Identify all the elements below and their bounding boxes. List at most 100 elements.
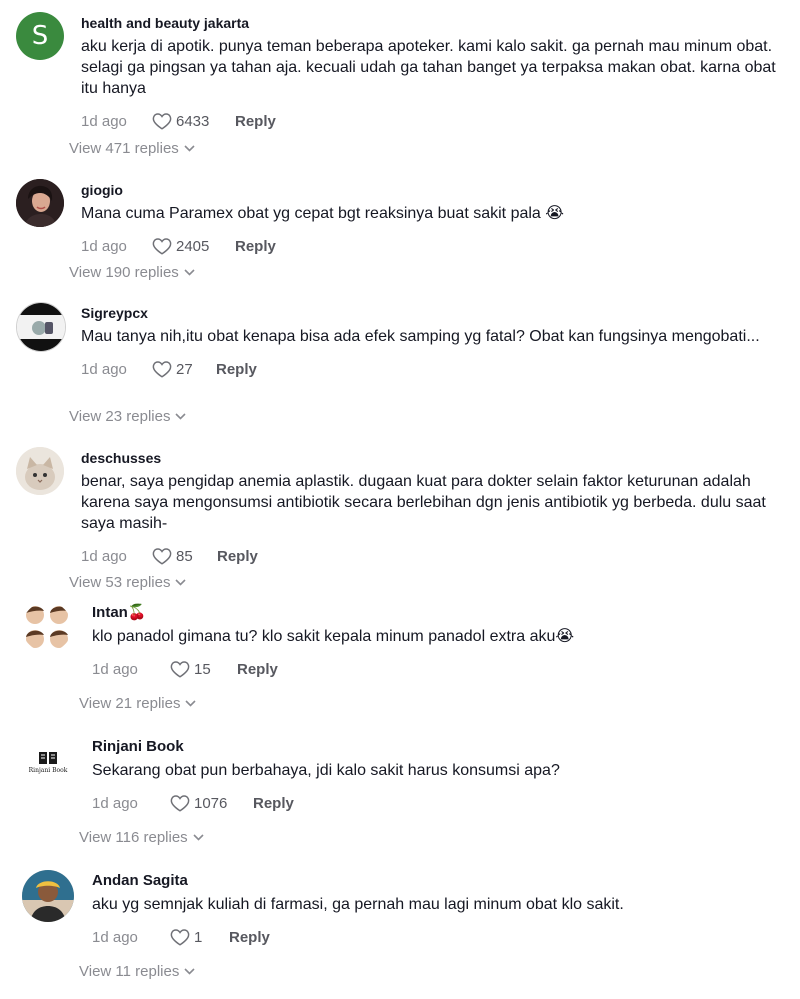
comment-meta: 1d ago 1076 Reply (92, 793, 780, 813)
like-count: 2405 (176, 237, 210, 255)
like-button[interactable]: 2405 (152, 237, 235, 255)
chevron-down-icon (175, 579, 187, 586)
like-count: 1076 (194, 794, 228, 812)
timestamp: 1d ago (92, 660, 138, 678)
timestamp: 1d ago (81, 112, 127, 130)
view-replies-button[interactable]: View 471 replies (69, 140, 195, 157)
like-button[interactable]: 1076 (170, 794, 253, 812)
chevron-down-icon (184, 145, 195, 152)
like-button[interactable]: 27 (152, 360, 216, 378)
view-replies-label: View 471 replies (69, 140, 179, 157)
comment-text: Mau tanya nih,itu obat kenapa bisa ada e… (81, 328, 760, 345)
timestamp: 1d ago (81, 360, 127, 378)
book-logo-icon (38, 752, 57, 764)
avatar-photo (22, 870, 74, 922)
view-replies-button[interactable]: View 53 replies (69, 574, 187, 591)
timestamp: 1d ago (81, 237, 127, 255)
comment-meta: 1d ago 2405 Reply (81, 236, 780, 256)
like-count: 15 (194, 660, 211, 678)
reply-button[interactable]: Reply (237, 661, 278, 678)
heart-icon (152, 113, 172, 130)
timestamp: 1d ago (81, 547, 127, 565)
heart-icon (170, 929, 190, 946)
comment-text: Mana cuma Paramex obat yg cepat bgt reak… (81, 205, 564, 222)
reply-button[interactable]: Reply (217, 548, 258, 565)
avatar[interactable] (16, 302, 66, 352)
username[interactable]: Andan Sagita (92, 872, 780, 890)
view-replies-label: View 190 replies (69, 264, 179, 281)
view-replies-button[interactable]: View 21 replies (79, 695, 197, 712)
comment-text: benar, saya pengidap anemia aplastik. du… (81, 473, 766, 532)
comment-meta: 1d ago 1 Reply (92, 927, 780, 947)
view-replies-button[interactable]: View 190 replies (69, 264, 195, 281)
heart-icon (170, 661, 190, 678)
chevron-down-icon (175, 413, 187, 420)
timestamp: 1d ago (92, 794, 138, 812)
like-count: 85 (176, 547, 193, 565)
chevron-down-icon (184, 968, 195, 975)
avatar-logo: Rinjani Book (28, 750, 68, 774)
comment-meta: 1d ago 15 Reply (92, 659, 780, 679)
heart-icon (152, 238, 172, 255)
comment-meta: 1d ago 6433 Reply (81, 111, 780, 131)
chevron-down-icon (185, 700, 197, 707)
reply-button[interactable]: Reply (229, 929, 270, 946)
username[interactable]: health and beauty jakarta (81, 14, 780, 32)
like-button[interactable]: 85 (152, 547, 217, 565)
like-count: 6433 (176, 112, 210, 130)
heart-icon (152, 361, 172, 378)
reply-button[interactable]: Reply (235, 238, 276, 255)
comment-text: klo panadol gimana tu? klo sakit kepala … (92, 628, 575, 645)
view-replies-label: View 23 replies (69, 408, 171, 425)
username[interactable]: Sigreypcx (81, 304, 780, 322)
chevron-down-icon (184, 269, 195, 276)
view-replies-button[interactable]: View 11 replies (79, 963, 195, 980)
avatar-photo (16, 447, 64, 495)
reply-button[interactable]: Reply (253, 795, 294, 812)
reply-button[interactable]: Reply (216, 361, 257, 378)
username[interactable]: Intan🍒 (92, 604, 780, 622)
avatar-photo (16, 179, 64, 227)
chevron-down-icon (193, 834, 204, 841)
view-replies-label: View 116 replies (79, 829, 188, 846)
comment-body: Rinjani Book Sekarang obat pun berbahaya… (92, 738, 780, 813)
comment-body: Sigreypcx Mau tanya nih,itu obat kenapa … (81, 304, 780, 379)
avatar[interactable]: S (16, 12, 64, 60)
comment-body: Andan Sagita aku yg semnjak kuliah di fa… (92, 872, 780, 947)
avatar[interactable] (16, 447, 64, 495)
avatar-photo (22, 602, 72, 652)
view-replies-button[interactable]: View 23 replies (69, 408, 187, 425)
avatar[interactable]: Rinjani Book (22, 736, 74, 788)
avatar[interactable] (22, 870, 74, 922)
comment-body: deschusses benar, saya pengidap anemia a… (81, 449, 780, 566)
heart-icon (152, 548, 172, 565)
like-count: 27 (176, 360, 193, 378)
view-replies-label: View 53 replies (69, 574, 171, 591)
heart-icon (170, 795, 190, 812)
username[interactable]: deschusses (81, 449, 780, 467)
comment-meta: 1d ago 85 Reply (81, 546, 780, 566)
like-button[interactable]: 15 (170, 660, 237, 678)
comment-text: aku yg semnjak kuliah di farmasi, ga per… (92, 896, 624, 913)
comment-list: S health and beauty jakarta aku kerja di… (0, 0, 800, 999)
view-replies-label: View 21 replies (79, 695, 181, 712)
username[interactable]: Rinjani Book (92, 738, 780, 756)
avatar[interactable] (22, 602, 72, 652)
avatar-photo (17, 303, 65, 351)
comment-body: health and beauty jakarta aku kerja di a… (81, 14, 780, 131)
view-replies-button[interactable]: View 116 replies (79, 829, 204, 846)
reply-button[interactable]: Reply (235, 113, 276, 130)
avatar-logo-text: Rinjani Book (28, 767, 68, 774)
like-button[interactable]: 1 (170, 928, 229, 946)
comment-text: aku kerja di apotik. punya teman beberap… (81, 38, 776, 97)
avatar-letter: S (31, 21, 49, 51)
comment-meta: 1d ago 27 Reply (81, 359, 780, 379)
comment-text: Sekarang obat pun berbahaya, jdi kalo sa… (92, 762, 560, 779)
like-count: 1 (194, 928, 203, 946)
comment-body: Intan🍒 klo panadol gimana tu? klo sakit … (92, 604, 780, 679)
username[interactable]: giogio (81, 181, 780, 199)
avatar[interactable] (16, 179, 64, 227)
timestamp: 1d ago (92, 928, 138, 946)
like-button[interactable]: 6433 (152, 112, 235, 130)
comment-body: giogio Mana cuma Paramex obat yg cepat b… (81, 181, 780, 256)
